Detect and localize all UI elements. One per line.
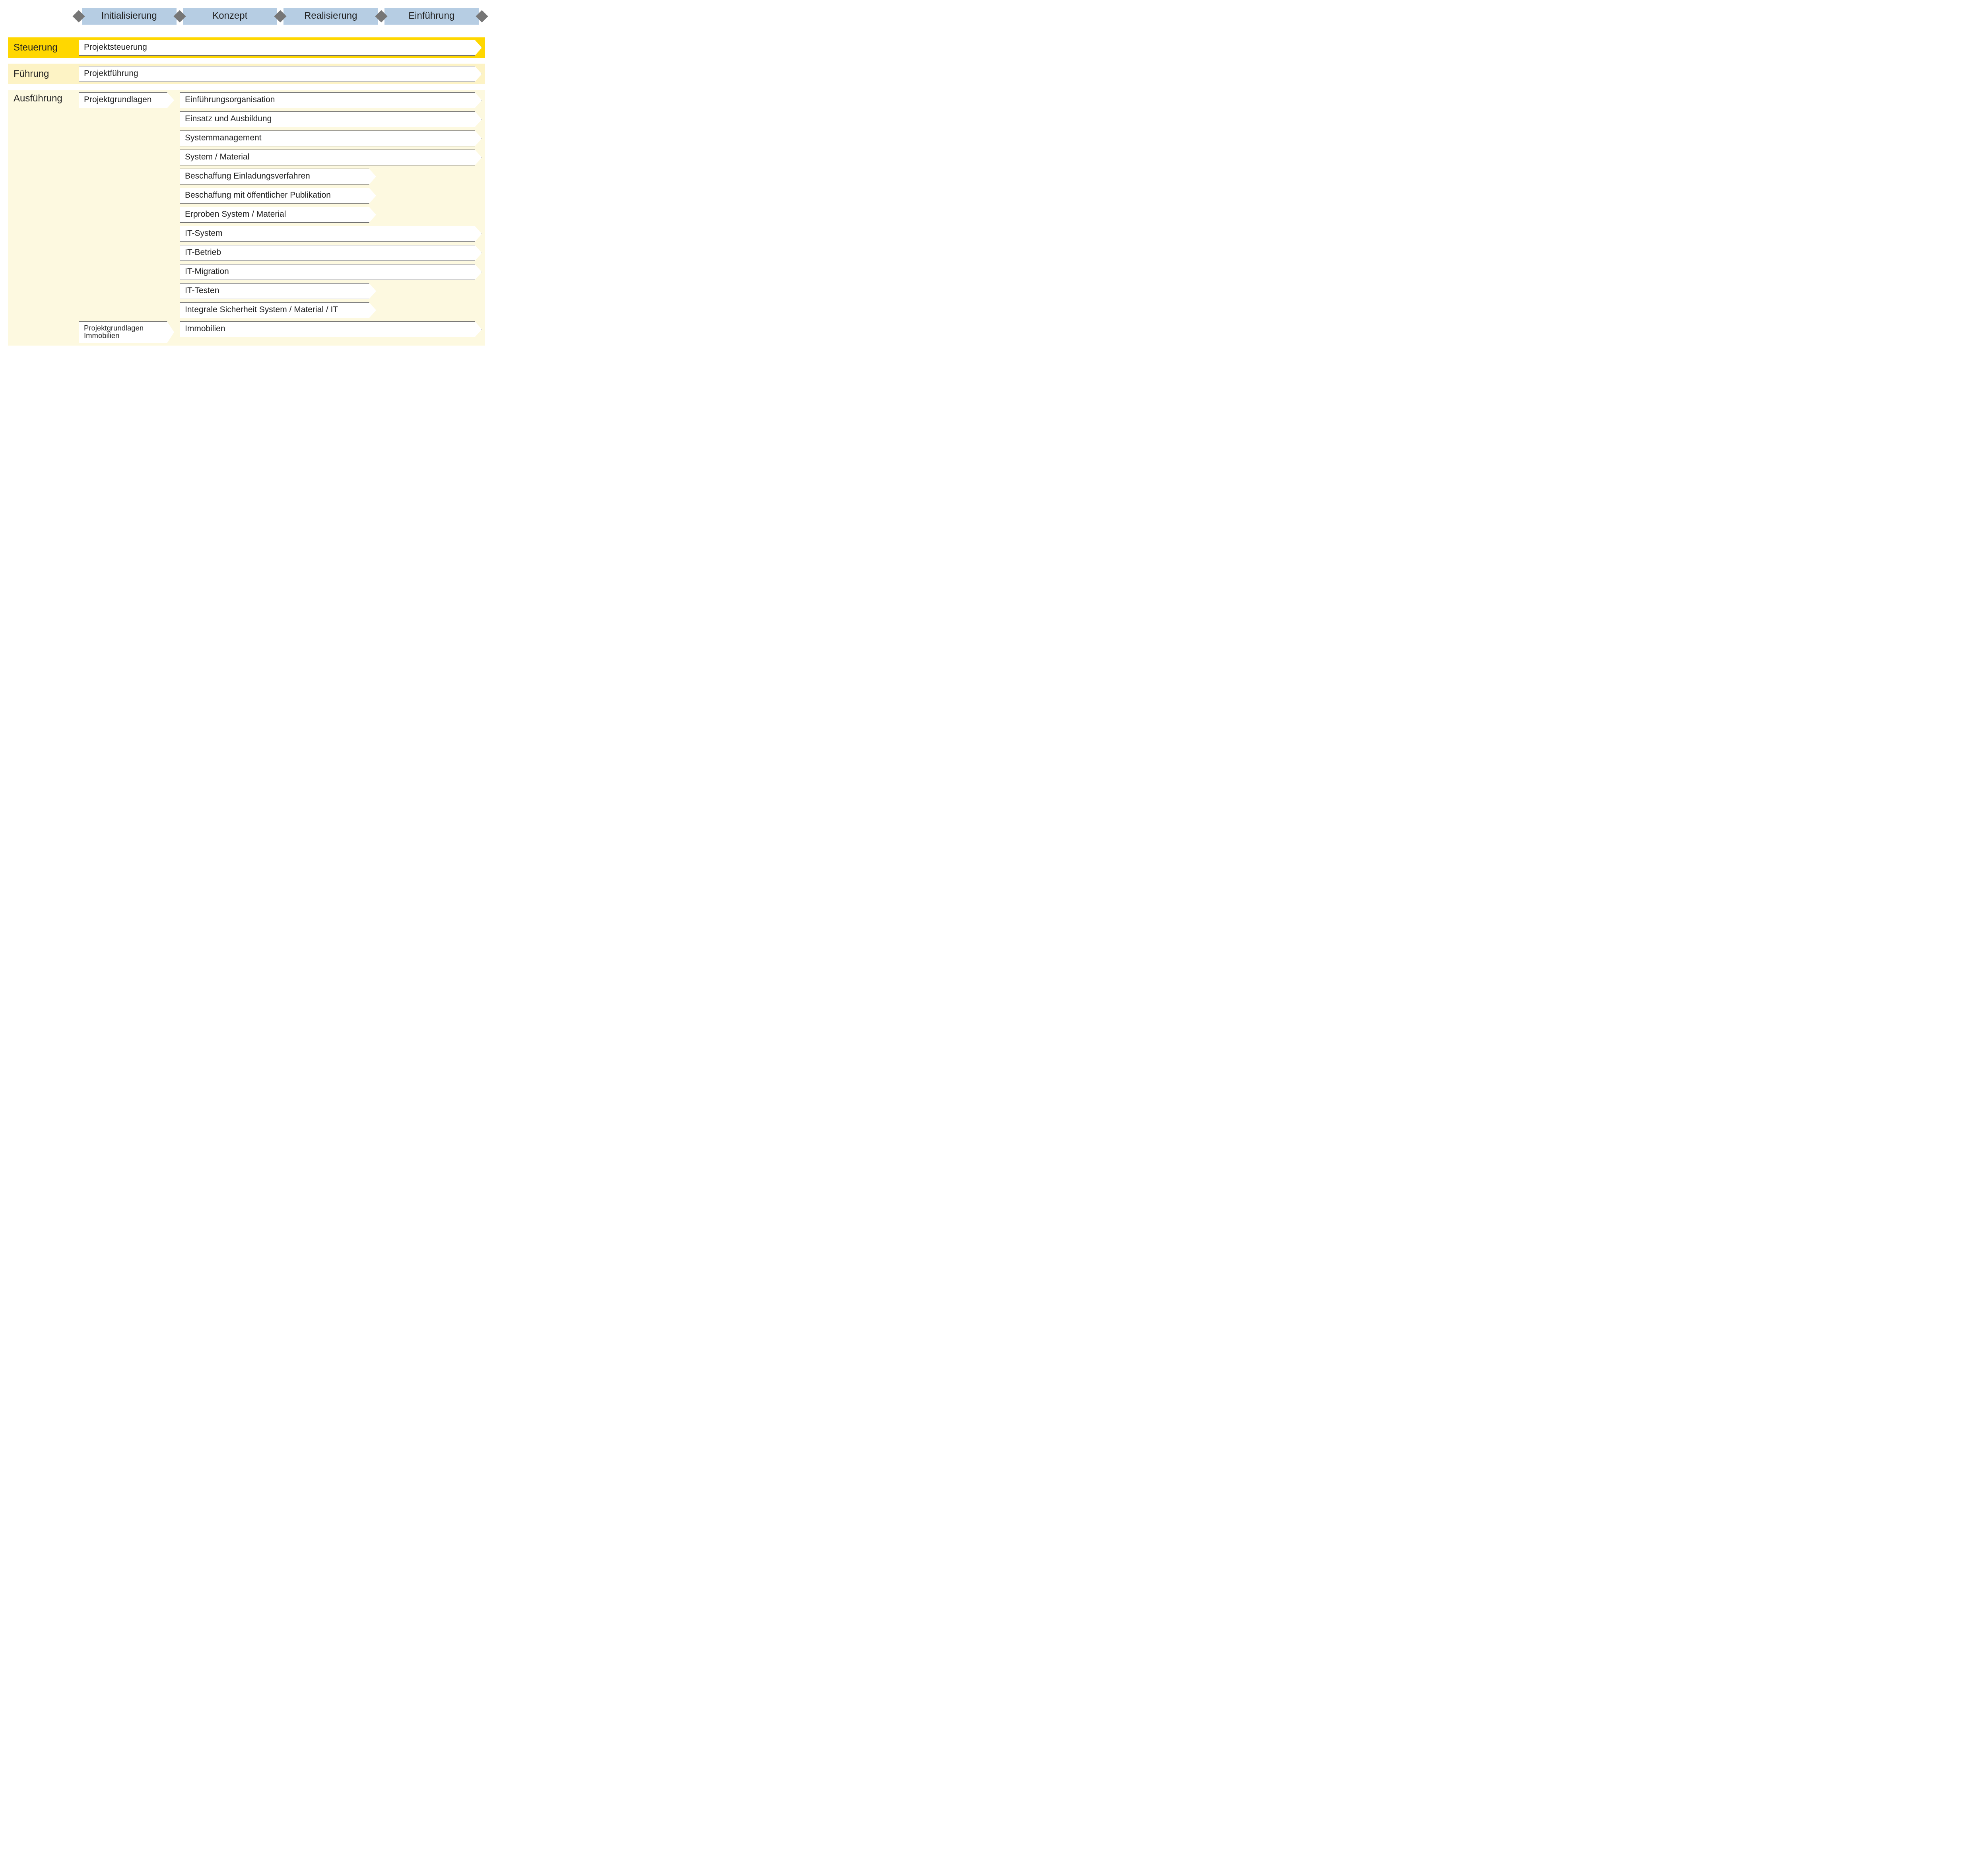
phase-label: Einführung	[408, 10, 454, 21]
module-label: Erproben System / Material	[185, 210, 286, 219]
module-bar: System / Material	[180, 150, 482, 165]
module-label: Beschaffung mit öffentlicher Publikation	[185, 190, 331, 200]
module-bar: IT-Betrieb	[180, 245, 482, 261]
module-bar: Einführungsorganisation	[180, 92, 482, 108]
module-label: Projektführung	[84, 69, 138, 78]
lane-steuerung: Projektsteuerung	[76, 37, 485, 58]
phase-header: Initialisierung Konzept Realisierung Ein…	[76, 8, 485, 25]
lane-fuehrung: Projektführung	[76, 64, 485, 84]
module-bar: Einsatz und Ausbildung	[180, 111, 482, 127]
module-bar: Projektgrundlagen	[79, 92, 174, 108]
module-label: Integrale Sicherheit System / Material /…	[185, 305, 338, 314]
ausfuehrung-right-column-2: Immobilien	[180, 321, 482, 343]
module-label: Einsatz und Ausbildung	[185, 114, 272, 123]
phase-box: Konzept	[183, 8, 278, 25]
phase-box: Realisierung	[283, 8, 378, 25]
module-bar: Beschaffung Einladungsverfahren	[180, 169, 376, 185]
module-label: IT-Betrieb	[185, 248, 221, 257]
phase-label: Konzept	[212, 10, 247, 21]
module-bar: Systemmanagement	[180, 130, 482, 146]
ausfuehrung-group-2: Projektgrundlagen Immobilien Immobilien	[79, 321, 482, 343]
spacer	[8, 8, 76, 32]
module-bar: Projektgrundlagen Immobilien	[79, 321, 174, 343]
module-bar: IT-Testen	[180, 283, 376, 299]
module-label: Einführungsorganisation	[185, 95, 275, 104]
module-bar: Integrale Sicherheit System / Material /…	[180, 302, 376, 318]
lane-label-text: Steuerung	[14, 42, 58, 53]
module-bar: IT-System	[180, 226, 482, 242]
module-label: IT-Migration	[185, 267, 229, 276]
ausfuehrung-group-1: Projektgrundlagen Einführungsorganisatio…	[79, 92, 482, 318]
lane-label-steuerung: Steuerung	[8, 37, 76, 58]
phase-label: Initialisierung	[101, 10, 157, 21]
module-label: Projektsteuerung	[84, 43, 147, 52]
lane-label-fuehrung: Führung	[8, 64, 76, 84]
hermes-phase-diagram: Initialisierung Konzept Realisierung Ein…	[8, 8, 485, 346]
ausfuehrung-right-column: Einführungsorganisation Einsatz und Ausbi…	[180, 92, 482, 318]
module-label: System / Material	[185, 152, 249, 161]
module-label: IT-Testen	[185, 286, 219, 295]
module-bar: Immobilien	[180, 321, 482, 337]
module-bar: Projektsteuerung	[79, 40, 482, 56]
lane-label-text: Führung	[14, 68, 49, 80]
lane-ausfuehrung: Projektgrundlagen Einführungsorganisatio…	[76, 90, 485, 346]
lane-label-ausfuehrung: Ausführung	[8, 90, 76, 346]
lane-label-text: Ausführung	[14, 93, 62, 104]
module-label: Immobilien	[185, 324, 225, 333]
module-bar: IT-Migration	[180, 264, 482, 280]
phase-box: Initialisierung	[82, 8, 177, 25]
module-label: Projektgrundlagen Immobilien	[84, 324, 169, 340]
module-bar: Beschaffung mit öffentlicher Publikation	[180, 188, 376, 204]
phase-box: Einführung	[384, 8, 479, 25]
module-label: Beschaffung Einladungsverfahren	[185, 171, 310, 181]
module-label: Systemmanagement	[185, 133, 262, 142]
module-label: Projektgrundlagen	[84, 95, 151, 104]
module-bar: Erproben System / Material	[180, 207, 376, 223]
module-label: IT-System	[185, 229, 223, 238]
module-bar: Projektführung	[79, 66, 482, 82]
phase-label: Realisierung	[304, 10, 357, 21]
